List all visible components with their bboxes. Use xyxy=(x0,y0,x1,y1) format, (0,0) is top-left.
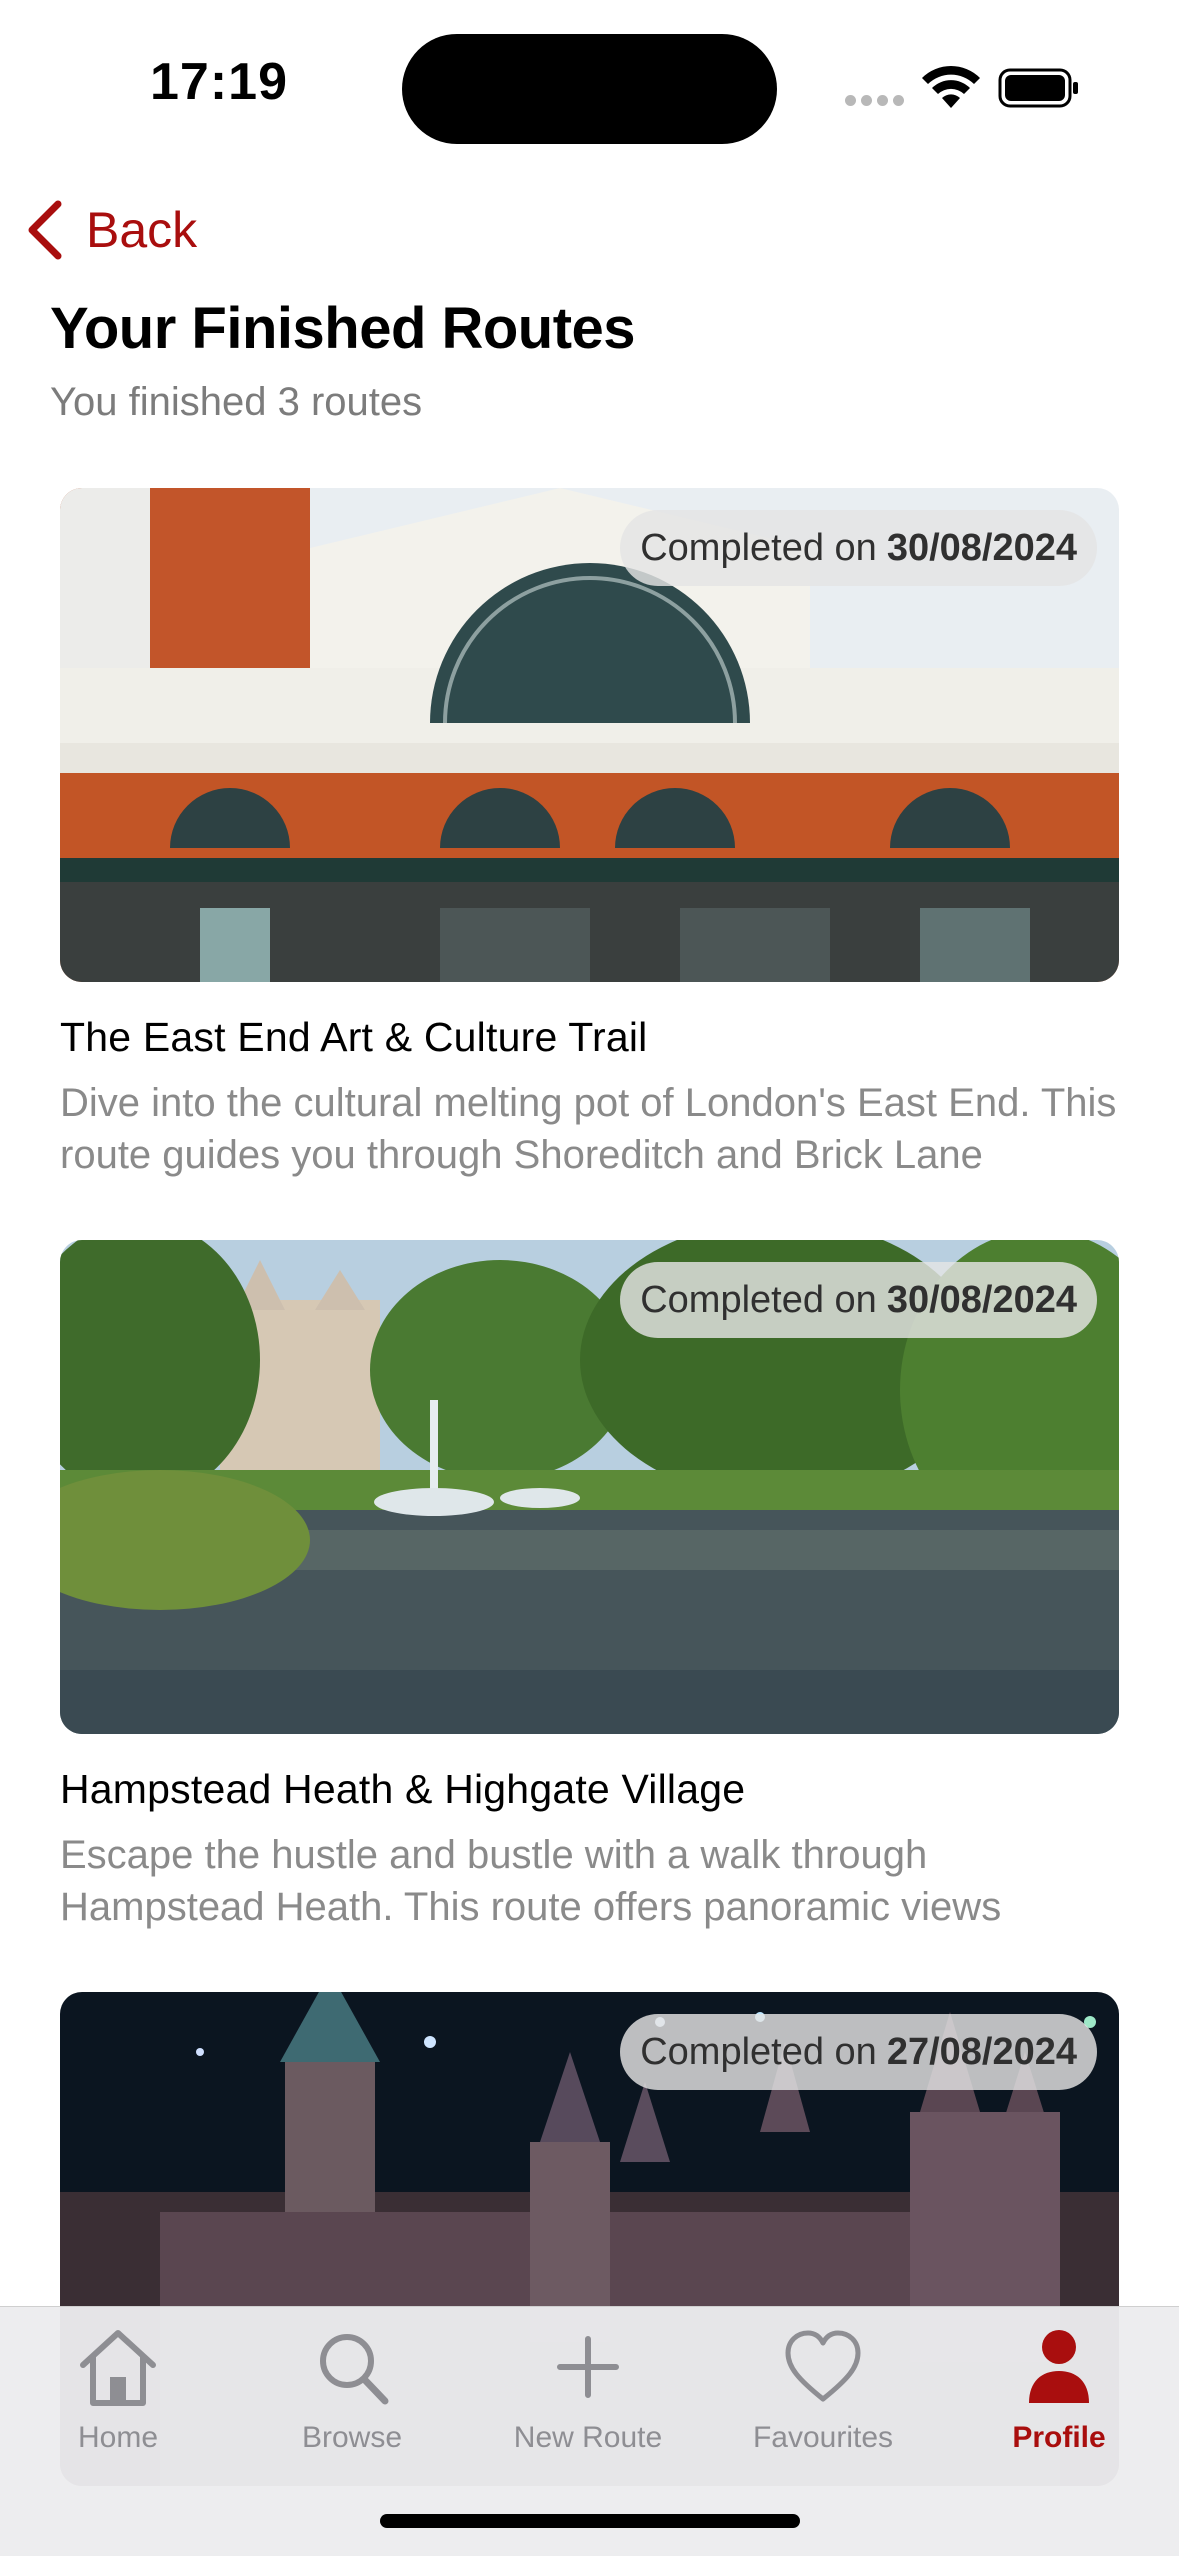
tab-label: Home xyxy=(77,2421,159,2454)
page-subtitle: You finished 3 routes xyxy=(50,380,423,424)
completed-badge: Completed on 30/08/2024 xyxy=(620,510,1097,586)
house-icon xyxy=(80,2330,156,2406)
wifi-icon xyxy=(922,65,980,108)
route-image: Completed on 30/08/2024 xyxy=(60,1240,1119,1734)
tab-label: Profile xyxy=(1012,2421,1106,2454)
tab-profile[interactable]: Profile xyxy=(959,2325,1159,2475)
completed-prefix: Completed on xyxy=(640,2030,877,2073)
completed-date: 27/08/2024 xyxy=(886,2030,1077,2073)
page-title: Your Finished Routes xyxy=(50,296,636,361)
tab-label: Favourites xyxy=(752,2421,894,2454)
status-time: 17:19 xyxy=(150,53,288,111)
completed-date: 30/08/2024 xyxy=(886,1278,1077,1321)
route-title: The East End Art & Culture Trail xyxy=(60,1014,648,1060)
heart-icon xyxy=(785,2330,861,2402)
magnifier-icon xyxy=(320,2334,389,2405)
chevron-left-icon xyxy=(28,200,62,260)
route-description: Escape the hustle and bustle with a walk… xyxy=(60,1833,1002,1929)
tab-label: New Route xyxy=(513,2421,663,2454)
completed-badge: Completed on 30/08/2024 xyxy=(620,1262,1097,1338)
person-icon xyxy=(1029,2330,1089,2403)
home-indicator xyxy=(380,2514,800,2528)
tab-label: Browse xyxy=(301,2421,403,2454)
back-button[interactable]: Back xyxy=(24,195,197,265)
completed-prefix: Completed on xyxy=(640,526,877,569)
completed-badge: Completed on 27/08/2024 xyxy=(620,2014,1097,2090)
plus-icon xyxy=(557,2336,619,2398)
tab-browse[interactable]: Browse xyxy=(252,2325,452,2475)
route-description: Dive into the cultural melting pot of Lo… xyxy=(60,1081,1117,1177)
cellular-signal-icon xyxy=(845,95,905,107)
route-image: Completed on 30/08/2024 xyxy=(60,488,1119,982)
route-card[interactable]: Completed on 30/08/2024 The East End Art… xyxy=(60,488,1119,1181)
dynamic-island xyxy=(402,34,777,144)
tab-favourites[interactable]: Favourites xyxy=(723,2325,923,2475)
completed-prefix: Completed on xyxy=(640,1278,877,1321)
route-title: Hampstead Heath & Highgate Village xyxy=(60,1766,746,1812)
route-card[interactable]: Completed on 30/08/2024 Hampstead Heath … xyxy=(60,1240,1119,1933)
completed-date: 30/08/2024 xyxy=(886,526,1077,569)
back-label: Back xyxy=(86,202,198,258)
tab-home[interactable]: Home xyxy=(18,2325,218,2475)
tab-new-route[interactable]: New Route xyxy=(488,2325,688,2475)
status-bar: 17:19 xyxy=(0,0,1179,170)
battery-icon xyxy=(998,68,1078,108)
